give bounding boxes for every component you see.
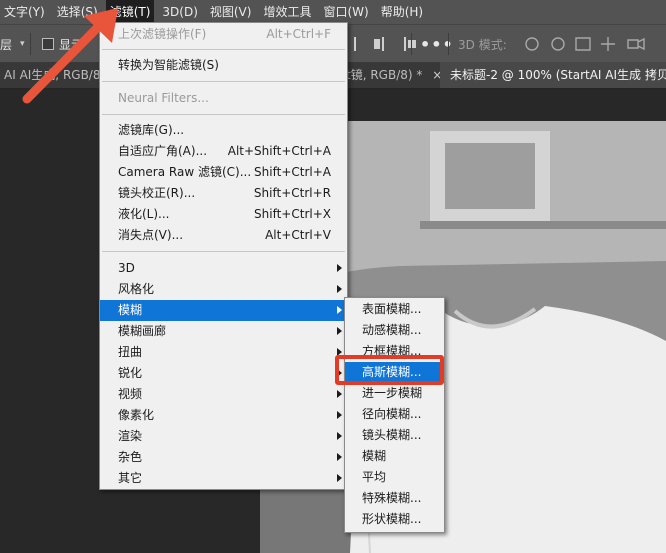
menu-item-other[interactable]: 其它 bbox=[100, 468, 347, 489]
menu-help[interactable]: 帮助(H) bbox=[377, 0, 427, 24]
menu-item-noise[interactable]: 杂色 bbox=[100, 447, 347, 468]
menu-divider bbox=[102, 49, 345, 50]
menu-item-filter-gallery[interactable]: 滤镜库(G)... bbox=[100, 120, 347, 141]
menu-item-neural-filters: Neural Filters... bbox=[118, 91, 209, 105]
submenu-arrow-icon bbox=[337, 453, 342, 461]
submenu-arrow-icon bbox=[337, 327, 342, 335]
menu-3d[interactable]: 3D(D) bbox=[158, 0, 201, 24]
filter-menu: 上次滤镜操作(F) Alt+Ctrl+F 转换为智能滤镜(S) Neural F… bbox=[99, 22, 348, 490]
3d-mode-tools[interactable] bbox=[520, 33, 664, 55]
menu-item-camera-raw[interactable]: Camera Raw 滤镜(C)... Shift+Ctrl+A bbox=[100, 162, 347, 183]
blur-submenu: 表面模糊... 动感模糊... 方框模糊... 高斯模糊... 进一步模糊 径向… bbox=[344, 297, 445, 533]
submenu-arrow-icon bbox=[337, 411, 342, 419]
chevron-down-icon[interactable]: ▾ bbox=[20, 39, 25, 49]
menu-item-lens-correction[interactable]: 镜头校正(R)... Shift+Ctrl+R bbox=[100, 183, 347, 204]
submenu-item-average[interactable]: 平均 bbox=[345, 467, 444, 488]
submenu-item-blur-more[interactable]: 进一步模糊 bbox=[345, 383, 444, 404]
toolbar-divider bbox=[411, 33, 412, 55]
submenu-arrow-icon bbox=[337, 264, 342, 272]
menu-item-pixelate[interactable]: 像素化 bbox=[100, 405, 347, 426]
slide-3d-icon bbox=[601, 37, 615, 51]
menu-item-stylize[interactable]: 风格化 bbox=[100, 279, 347, 300]
menu-bar: 文字(Y) 选择(S) 滤镜(T) 3D(D) 视图(V) 增效工具 窗口(W)… bbox=[0, 0, 666, 24]
toolbar-divider bbox=[448, 33, 449, 55]
submenu-arrow-icon bbox=[337, 306, 342, 314]
submenu-item-lens-blur[interactable]: 镜头模糊... bbox=[345, 425, 444, 446]
menu-item-render[interactable]: 渲染 bbox=[100, 426, 347, 447]
menu-type[interactable]: 文字(Y) bbox=[0, 0, 49, 24]
show-transform-label: 显示 bbox=[59, 37, 84, 52]
submenu-item-shape-blur[interactable]: 形状模糊... bbox=[345, 509, 444, 530]
submenu-item-radial-blur[interactable]: 径向模糊... bbox=[345, 404, 444, 425]
menu-window[interactable]: 窗口(W) bbox=[319, 0, 372, 24]
menu-item-sharpen[interactable]: 锐化 bbox=[100, 363, 347, 384]
menu-plugins[interactable]: 增效工具 bbox=[259, 0, 315, 24]
tab-document-1[interactable]: AI AI生成, RGB/8#) bbox=[0, 62, 102, 88]
submenu-item-blur[interactable]: 模糊 bbox=[345, 446, 444, 467]
menu-item-blur-gallery[interactable]: 模糊画廊 bbox=[100, 321, 347, 342]
menu-item-last-filter: 上次滤镜操作(F) Alt+Ctrl+F bbox=[118, 27, 331, 41]
3d-mode-label: 3D 模式: bbox=[458, 37, 507, 52]
submenu-item-motion-blur[interactable]: 动感模糊... bbox=[345, 320, 444, 341]
menu-filter[interactable]: 滤镜(T) bbox=[105, 0, 155, 24]
orbit-3d-icon bbox=[525, 37, 539, 51]
roll-3d-icon bbox=[551, 37, 565, 51]
submenu-arrow-icon bbox=[337, 390, 342, 398]
menu-item-vanishing-point[interactable]: 消失点(V)... Alt+Ctrl+V bbox=[100, 225, 347, 246]
submenu-item-smart-blur[interactable]: 特殊模糊... bbox=[345, 488, 444, 509]
menu-divider bbox=[102, 251, 345, 252]
submenu-arrow-icon bbox=[337, 432, 342, 440]
menu-view[interactable]: 视图(V) bbox=[206, 0, 256, 24]
camera-3d-icon bbox=[627, 37, 645, 51]
menu-item-blur[interactable]: 模糊 bbox=[100, 300, 347, 321]
annotation-highlight-box bbox=[335, 355, 444, 385]
menu-item-convert-smart-filter[interactable]: 转换为智能滤镜(S) bbox=[100, 55, 347, 76]
menu-item-adaptive-wide-angle[interactable]: 自适应广角(A)... Alt+Shift+Ctrl+A bbox=[100, 141, 347, 162]
tab-document-2[interactable]: t镜, RGB/8) * × bbox=[346, 62, 446, 88]
menu-item-liquify[interactable]: 液化(L)... Shift+Ctrl+X bbox=[100, 204, 347, 225]
tab-document-3[interactable]: 未标题-2 @ 100% (StartAI AI生成 拷贝, R bbox=[440, 62, 666, 88]
drag-3d-icon bbox=[575, 37, 591, 51]
menu-item-video[interactable]: 视频 bbox=[100, 384, 347, 405]
submenu-arrow-icon bbox=[337, 474, 342, 482]
menu-divider bbox=[102, 81, 345, 82]
layer-dropdown-label[interactable]: 层 bbox=[0, 36, 12, 53]
menu-select[interactable]: 选择(S) bbox=[53, 0, 102, 24]
menu-divider bbox=[102, 114, 345, 115]
toolbar-divider bbox=[30, 33, 31, 55]
menu-item-distort[interactable]: 扭曲 bbox=[100, 342, 347, 363]
submenu-item-surface-blur[interactable]: 表面模糊... bbox=[345, 299, 444, 320]
menu-item-3d[interactable]: 3D bbox=[100, 258, 347, 279]
show-transform-checkbox[interactable] bbox=[42, 38, 54, 50]
submenu-arrow-icon bbox=[337, 285, 342, 293]
